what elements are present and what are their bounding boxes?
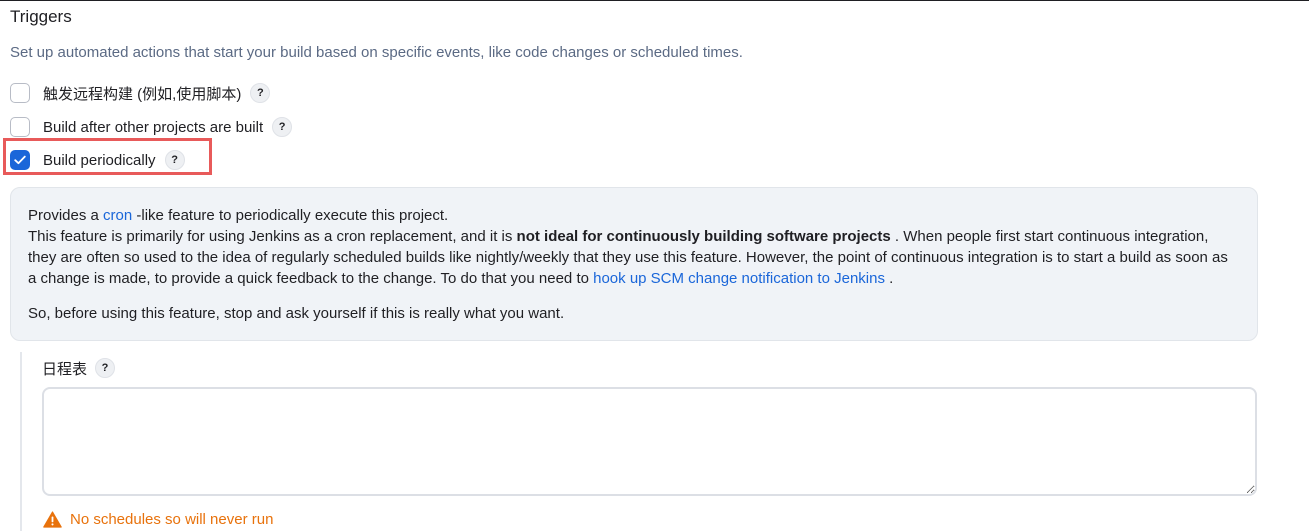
cron-link[interactable]: cron [103,207,132,224]
page: Triggers Set up automated actions that s… [0,0,1309,531]
build-periodically-checkbox[interactable] [10,150,30,170]
schedule-warning: No schedules so will never run [43,509,273,529]
nested-config-indent-line [20,352,22,531]
top-divider [0,0,1309,1]
scm-notification-link[interactable]: hook up SCM change notification to Jenki… [593,270,885,287]
help-paragraph-2: So, before using this feature, stop and … [28,305,565,322]
section-title: Triggers [10,7,72,26]
build-after-other-label[interactable]: Build after other projects are built [43,119,263,136]
trigger-row-build-periodically: Build periodically ? [10,148,185,172]
help-bold-text: not ideal for continuously building soft… [516,228,891,245]
build-periodically-label[interactable]: Build periodically [43,152,156,169]
remote-build-checkbox[interactable] [10,83,30,103]
help-text: -like feature to periodically execute th… [132,207,449,224]
help-text: Provides a [28,207,104,224]
trigger-row-build-after-other: Build after other projects are built ? [10,115,293,139]
build-after-other-checkbox[interactable] [10,117,30,137]
schedule-label-row: 日程表 ? [42,357,116,379]
schedule-help-icon[interactable]: ? [95,358,116,378]
build-periodically-help-panel: Provides a cron -like feature to periodi… [10,187,1258,341]
schedule-textarea[interactable] [42,387,1257,496]
remote-build-label[interactable]: 触发远程构建 (例如,使用脚本) [43,83,241,104]
help-text: . [884,270,894,287]
warning-text: No schedules so will never run [70,510,274,528]
section-description: Set up automated actions that start your… [10,44,743,61]
trigger-row-remote-build: 触发远程构建 (例如,使用脚本) ? [10,81,271,105]
schedule-label: 日程表 [42,360,88,378]
help-text: This feature is primarily for using Jenk… [28,228,517,245]
warning-icon [43,510,62,528]
build-periodically-help-icon[interactable]: ? [164,150,185,170]
build-after-other-help-icon[interactable]: ? [272,117,293,137]
remote-build-help-icon[interactable]: ? [250,83,271,103]
help-paragraph-1: Provides a cron -like feature to periodi… [28,205,1239,289]
checkmark-icon [14,155,26,165]
